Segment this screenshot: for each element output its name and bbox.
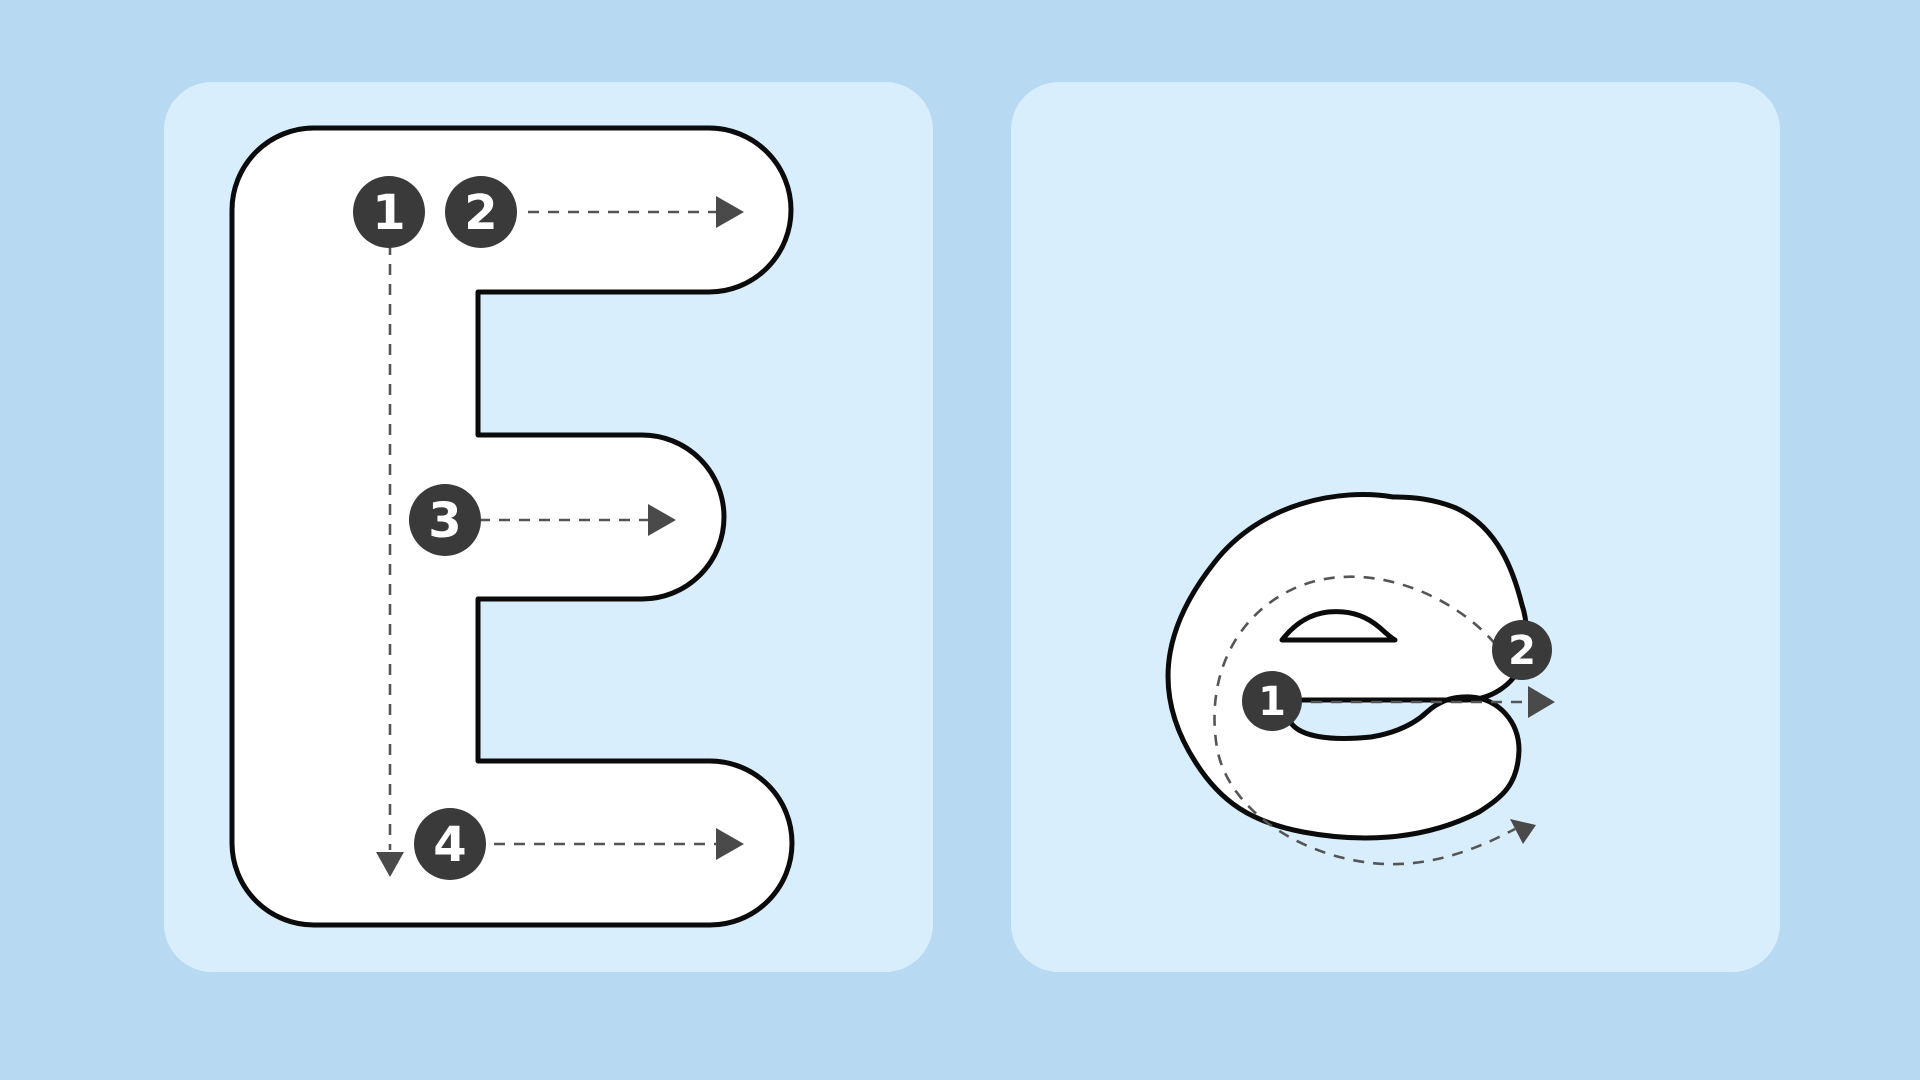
uppercase-step-1-badge: 1 bbox=[353, 176, 425, 248]
uppercase-e-drawing: 1 2 3 4 bbox=[229, 125, 795, 928]
svg-text:2: 2 bbox=[1508, 628, 1536, 674]
svg-text:3: 3 bbox=[428, 493, 461, 549]
uppercase-e-card: 1 2 3 4 bbox=[164, 82, 933, 972]
lowercase-e-card: 1 2 bbox=[1011, 82, 1780, 972]
lowercase-step-2-badge: 2 bbox=[1492, 620, 1552, 680]
uppercase-step-2-badge: 2 bbox=[445, 176, 517, 248]
practice-sheet: 1 2 3 4 1 2 bbox=[0, 0, 1920, 1080]
lowercase-step-1-badge: 1 bbox=[1242, 671, 1302, 731]
uppercase-e-glyph bbox=[229, 125, 795, 928]
svg-text:1: 1 bbox=[372, 185, 405, 241]
uppercase-step-3-badge: 3 bbox=[409, 484, 481, 556]
svg-text:2: 2 bbox=[464, 185, 497, 241]
svg-text:1: 1 bbox=[1258, 679, 1286, 725]
lowercase-e-drawing: 1 2 bbox=[1165, 492, 1555, 866]
svg-text:4: 4 bbox=[433, 817, 466, 873]
uppercase-step-4-badge: 4 bbox=[414, 808, 486, 880]
